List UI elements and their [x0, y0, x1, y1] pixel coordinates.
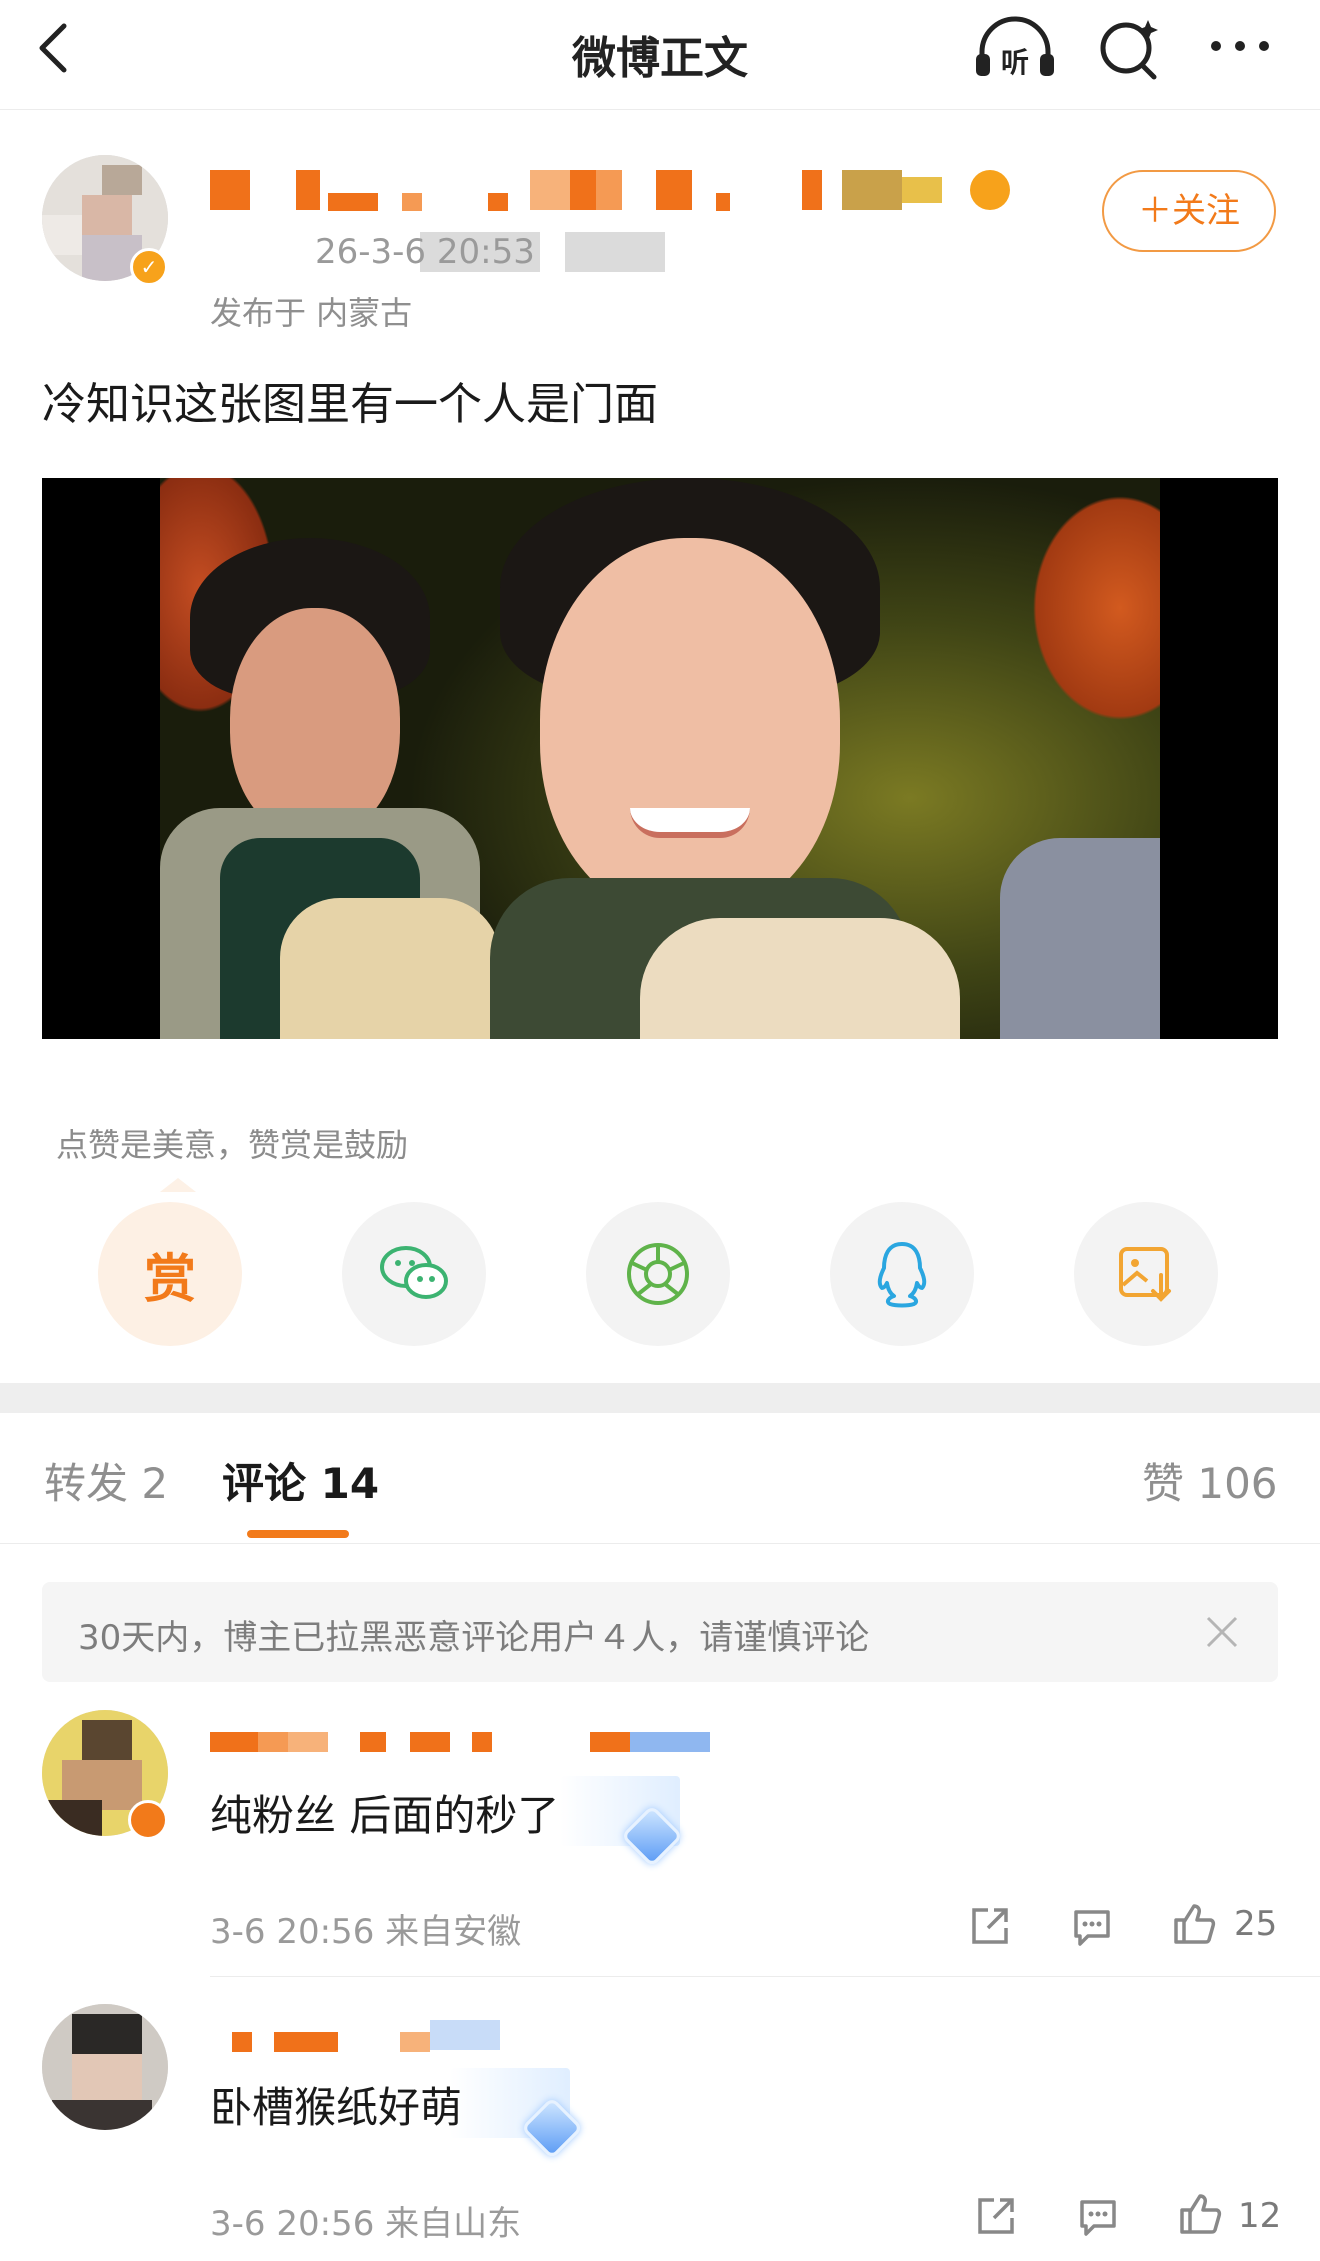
qq-icon: [877, 1242, 927, 1308]
wechat-icon: [380, 1246, 448, 1299]
moments-icon: [627, 1243, 689, 1305]
like-count: 12: [1238, 2196, 1282, 2236]
save-image-icon: [1119, 1247, 1171, 1302]
active-tab-indicator: [247, 1530, 349, 1538]
reward-icon: 赏: [143, 1249, 196, 1310]
comment-divider: [210, 1976, 1320, 1977]
like-icon[interactable]: [1176, 2190, 1224, 2238]
post-text: 冷知识这张图里有一个人是门面: [42, 379, 658, 430]
share-icon[interactable]: [972, 2192, 1020, 2240]
search-icon[interactable]: [1090, 14, 1170, 84]
tip-arrow: [160, 1178, 196, 1192]
photo-scene: [160, 478, 1160, 1039]
listen-headphones-icon[interactable]: 听: [970, 14, 1060, 84]
tab-comment[interactable]: 评论 14: [222, 1450, 379, 1511]
reply-icon[interactable]: [1074, 2192, 1122, 2240]
share-moments-button[interactable]: [586, 1202, 730, 1346]
user-badge-icon: [128, 1800, 168, 1840]
redacted-meta: [565, 232, 665, 272]
reward-button[interactable]: 赏: [98, 1202, 242, 1346]
post-location: 发布于 内蒙古: [210, 294, 413, 332]
share-icon[interactable]: [966, 1902, 1014, 1950]
comment-username-redacted[interactable]: [210, 1732, 730, 1754]
like-count: 25: [1234, 1904, 1278, 1944]
comment-time: 3-6 20:56 来自安徽: [210, 1912, 522, 1952]
post-image[interactable]: [42, 478, 1278, 1039]
comment-text: 卧槽猴纸好萌: [210, 2083, 463, 2132]
share-wechat-button[interactable]: [342, 1202, 486, 1346]
reward-tip: 点赞是美意，赞赏是鼓励: [56, 1126, 409, 1164]
author-name-redacted[interactable]: [210, 165, 1050, 225]
section-divider: [0, 1383, 1320, 1413]
follow-button[interactable]: ＋关注: [1102, 170, 1276, 252]
comment-time: 3-6 20:56 来自山东: [210, 2204, 522, 2244]
comment-avatar[interactable]: [42, 2004, 168, 2130]
tab-repost[interactable]: 转发 2: [44, 1450, 168, 1511]
save-image-button[interactable]: [1074, 1202, 1218, 1346]
post-timestamp: 26-3-6 20:53: [315, 232, 535, 272]
reply-icon[interactable]: [1068, 1902, 1116, 1950]
verified-badge-icon: ✓: [130, 248, 168, 286]
tabs-divider: [0, 1543, 1320, 1544]
comment-text: 纯粉丝 后面的秒了: [210, 1791, 560, 1840]
tab-like[interactable]: 赞 106: [1142, 1450, 1278, 1511]
notice-text: 30天内，博主已拉黑恶意评论用户４人，请谨慎评论: [78, 1618, 870, 1658]
comment-username-redacted[interactable]: [210, 2020, 570, 2052]
more-options-icon[interactable]: [1200, 18, 1280, 78]
like-icon[interactable]: [1170, 1900, 1218, 1948]
top-bar: 微博正文 听: [0, 0, 1320, 110]
listen-label: 听: [1001, 46, 1029, 79]
share-qq-button[interactable]: [830, 1202, 974, 1346]
close-icon[interactable]: [1196, 1606, 1248, 1658]
comment-notice: 30天内，博主已拉黑恶意评论用户４人，请谨慎评论: [42, 1582, 1278, 1682]
